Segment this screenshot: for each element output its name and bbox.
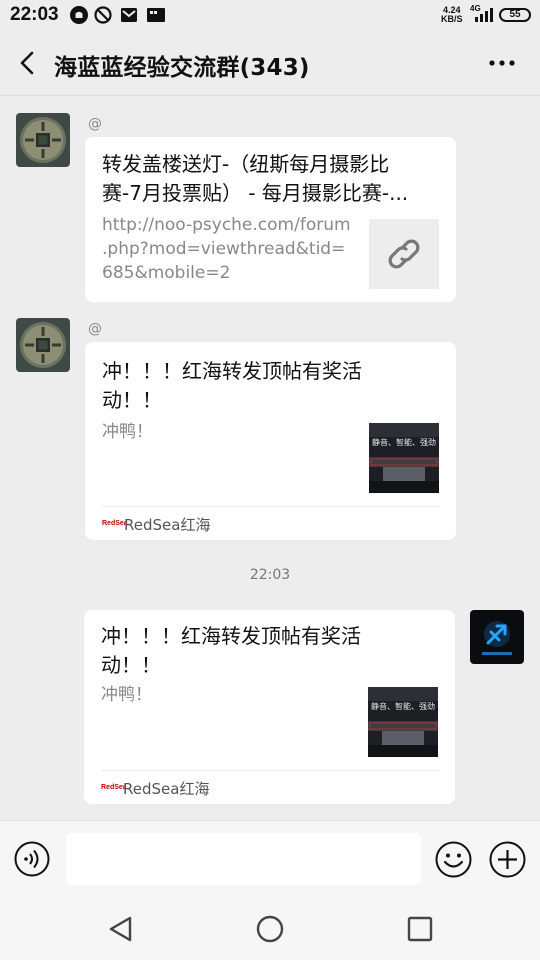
card-description: 冲鸭！ bbox=[102, 422, 153, 442]
link-thumbnail bbox=[369, 219, 439, 289]
article-thumbnail: 静音、智能、强劲 bbox=[368, 687, 438, 757]
card-title-line2: 动！！ bbox=[102, 388, 162, 412]
voice-icon[interactable] bbox=[14, 841, 50, 877]
thumbnail-caption: 静音、智能、强劲 bbox=[372, 437, 436, 447]
chat-header: 海蓝蓝经验交流群(343) bbox=[0, 30, 540, 96]
article-thumbnail: 静音、智能、强劲 bbox=[369, 423, 439, 493]
card-url-line3: 685&mobile=2 bbox=[102, 263, 231, 283]
card-divider bbox=[102, 506, 439, 507]
home-circle-icon[interactable] bbox=[255, 914, 285, 944]
notification-icon bbox=[70, 6, 88, 24]
sender-name: @ bbox=[88, 116, 102, 132]
recents-square-icon[interactable] bbox=[405, 914, 435, 944]
article-card[interactable]: 冲！！！红海转发顶帖有奖活 动！！ 冲鸭！ 静音、智能、强劲 RedSea Re… bbox=[85, 342, 456, 540]
emoji-icon[interactable] bbox=[435, 841, 472, 878]
article-thumbnail-image: 静音、智能、强劲 bbox=[369, 423, 439, 493]
coin-avatar[interactable] bbox=[16, 318, 70, 372]
back-triangle-icon[interactable] bbox=[106, 914, 136, 944]
coin-avatar[interactable] bbox=[16, 113, 70, 167]
battery-icon: 55 bbox=[499, 8, 531, 22]
link-card[interactable]: 转发盖楼送灯-（纽斯每月摄影比 赛-7月投票贴） - 每月摄影比赛-... ht… bbox=[85, 137, 456, 302]
article-card[interactable]: 冲！！！红海转发顶帖有奖活 动！！ 冲鸭！ 静音、智能、强劲 RedSea Re… bbox=[84, 610, 455, 804]
signal-icon bbox=[475, 8, 493, 22]
mail-icon bbox=[121, 8, 137, 22]
chat-timestamp: 22:03 bbox=[249, 567, 291, 583]
do-not-disturb-icon bbox=[94, 6, 112, 24]
card-title-line1: 冲！！！红海转发顶帖有奖活 bbox=[101, 624, 361, 648]
card-source: RedSea红海 bbox=[123, 780, 210, 798]
coin-avatar-image bbox=[16, 113, 70, 167]
more-dots-icon[interactable] bbox=[484, 46, 520, 80]
sagittarius-avatar-image bbox=[470, 610, 524, 664]
status-bar: 22:03 4.24 KB/S 4G 55 bbox=[0, 0, 540, 30]
card-description: 冲鸭！ bbox=[101, 685, 152, 705]
plus-icon[interactable] bbox=[489, 841, 526, 878]
chat-input-bar bbox=[0, 820, 540, 900]
sender-name: @ bbox=[88, 321, 102, 337]
card-url-line1: http://noo-psyche.com/forum bbox=[102, 215, 351, 235]
system-nav-bar bbox=[0, 900, 540, 960]
card-url-line2: .php?mod=viewthread&tid= bbox=[102, 239, 346, 259]
thumbnail-caption: 静音、智能、强劲 bbox=[371, 701, 435, 711]
coin-avatar-image bbox=[16, 318, 70, 372]
message-input[interactable] bbox=[66, 833, 421, 885]
card-title-line1: 转发盖楼送灯-（纽斯每月摄影比 bbox=[102, 152, 390, 176]
card-divider bbox=[101, 770, 438, 771]
sd-card-icon bbox=[147, 8, 165, 22]
net-speed-unit: KB/S bbox=[441, 14, 463, 24]
card-title-line2: 动！！ bbox=[101, 653, 161, 677]
chevron-left-icon[interactable] bbox=[10, 46, 44, 80]
chat-title: 海蓝蓝经验交流群(343) bbox=[54, 55, 310, 81]
card-title-line2: 赛-7月投票贴） - 每月摄影比赛-... bbox=[102, 181, 409, 205]
card-title-line1: 冲！！！红海转发顶帖有奖活 bbox=[102, 359, 362, 383]
card-source: RedSea红海 bbox=[124, 516, 211, 534]
sagittarius-avatar[interactable] bbox=[470, 610, 524, 664]
net-speed: 4.24 KB/S bbox=[441, 6, 463, 24]
link-icon bbox=[388, 239, 420, 269]
status-time: 22:03 bbox=[10, 4, 59, 25]
article-thumbnail-image: 静音、智能、强劲 bbox=[368, 687, 438, 757]
